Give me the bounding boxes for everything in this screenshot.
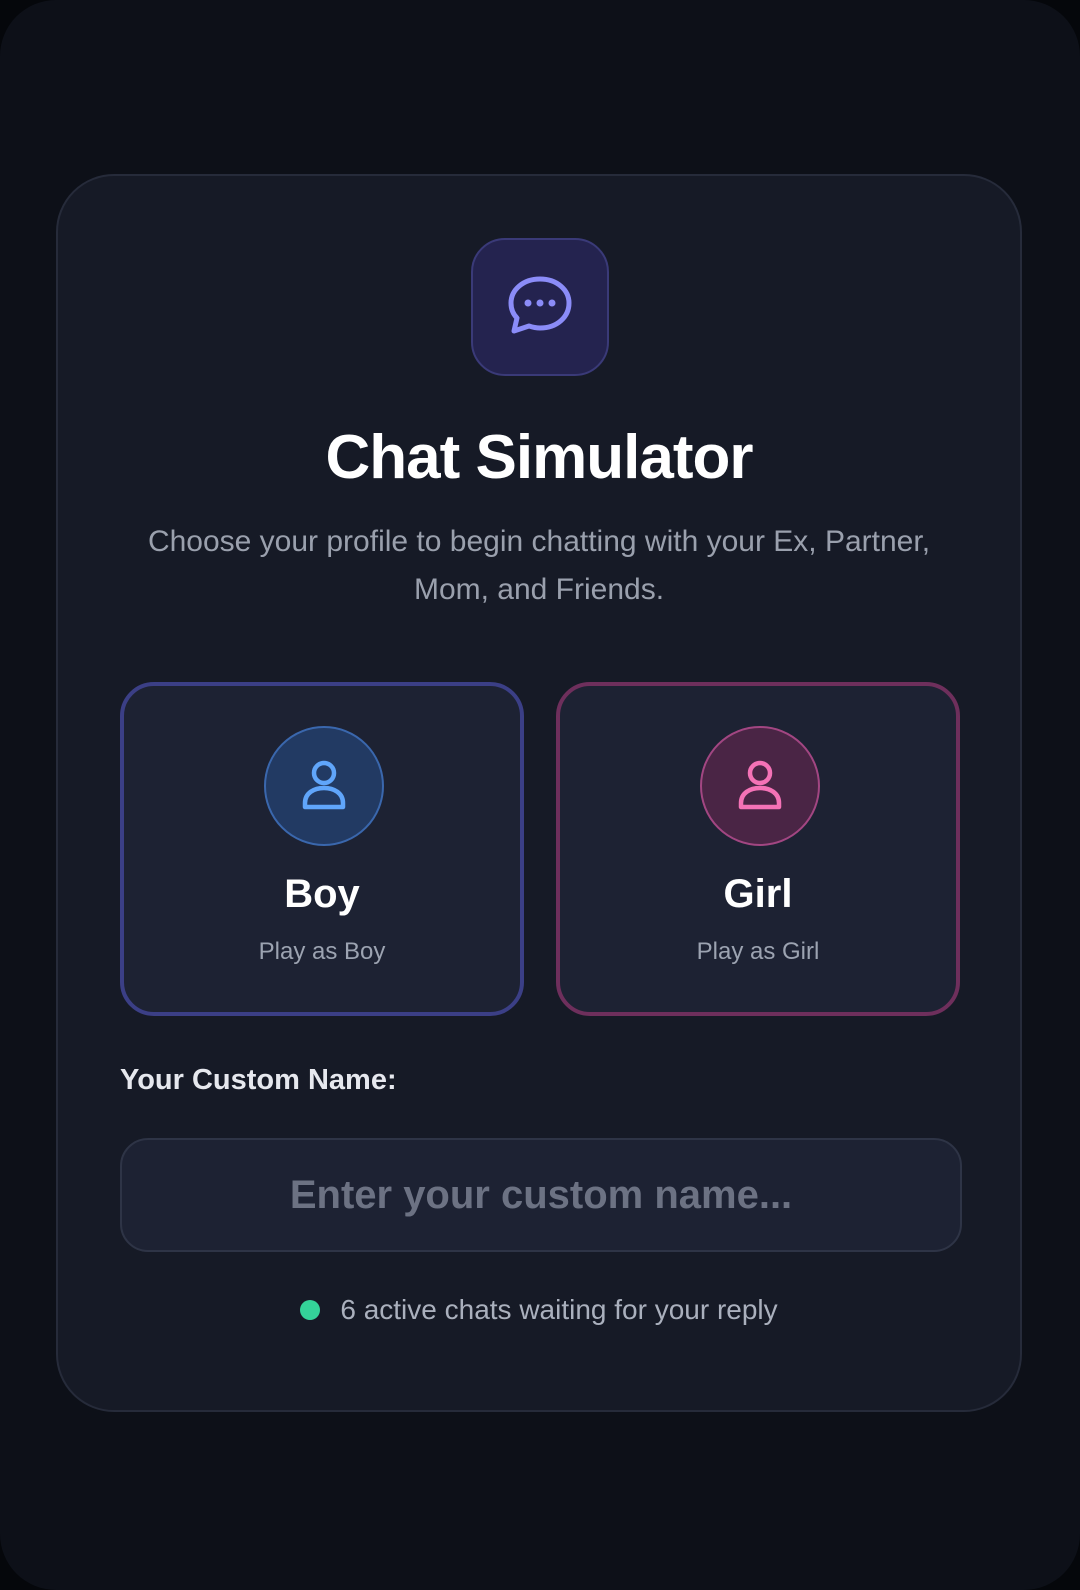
profile-option-boy[interactable]: Boy Play as Boy (120, 682, 524, 1016)
app-screen: Chat Simulator Choose your profile to be… (0, 0, 1080, 1590)
custom-name-input[interactable] (120, 1138, 962, 1252)
user-icon (302, 760, 346, 810)
page-subtitle: Choose your profile to begin chatting wi… (147, 525, 931, 606)
user-icon (738, 760, 782, 810)
profile-name-girl: Girl (723, 872, 793, 916)
online-dot-icon (300, 1300, 321, 1320)
profile-subtitle-boy: Play as Boy (258, 938, 386, 965)
custom-name-label: Your Custom Name: (120, 1064, 397, 1096)
profile-option-girl[interactable]: Girl Play as Girl (556, 682, 960, 1016)
active-chats-text: 6 active chats waiting for your reply (340, 1294, 778, 1325)
profile-selection-card: Chat Simulator Choose your profile to be… (56, 174, 1022, 1412)
chat-bubble-icon (471, 238, 609, 376)
active-chats-status: 6 active chats waiting for your reply (58, 1294, 1020, 1326)
boy-avatar (264, 726, 384, 846)
profile-name-boy: Boy (284, 872, 360, 916)
profile-subtitle-girl: Play as Girl (696, 938, 820, 965)
page-title: Chat Simulator (325, 423, 754, 492)
girl-avatar (700, 726, 820, 846)
